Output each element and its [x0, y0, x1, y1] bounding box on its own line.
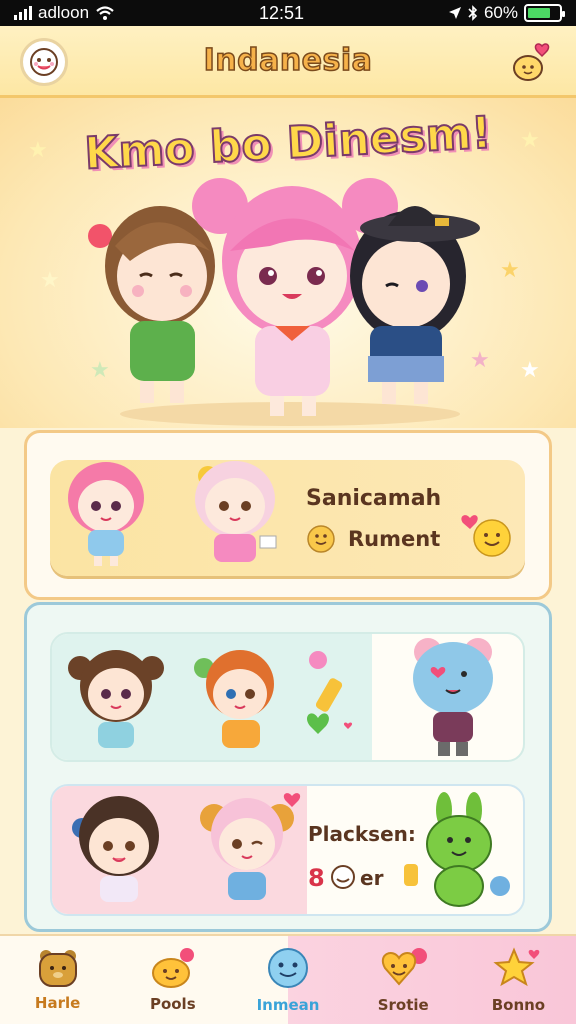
brown-pigtail-girl-illustration — [68, 650, 164, 748]
blonde-girl-illustration — [200, 793, 301, 900]
character-info-card[interactable]: Placksen: 8 er — [50, 784, 525, 916]
info-card-suffix: er — [360, 866, 384, 890]
mascot-face-icon — [30, 48, 58, 76]
nav-item-pools[interactable]: Pools — [115, 936, 230, 1024]
nav-label: Harle — [34, 994, 81, 1012]
signal-icon — [14, 6, 32, 20]
smiley-icon — [307, 525, 335, 553]
heart-smile-icon — [461, 515, 511, 557]
featured-card-subtitle: Rument — [348, 527, 441, 551]
nav-label: Inmean — [256, 996, 320, 1014]
dark-hair-girl-illustration — [72, 796, 159, 902]
character-row-card[interactable] — [50, 632, 525, 762]
bottom-nav: Harle Pools Inmean Srotie Bonno — [0, 934, 576, 1024]
featured-card-title: Sanicamah — [306, 486, 442, 511]
green-bunny-illustration — [404, 792, 510, 907]
blue-smile-icon — [268, 948, 308, 988]
heart-smile-icon — [382, 948, 428, 986]
bear-icon — [38, 950, 77, 987]
white-hair-girl-illustration — [195, 461, 277, 562]
nav-label: Srotie — [377, 996, 429, 1014]
favorites-button[interactable] — [506, 38, 554, 86]
heart-mascot-icon — [513, 43, 550, 81]
wifi-icon — [96, 6, 114, 20]
bluetooth-icon — [468, 5, 478, 21]
trio-characters-illustration — [88, 178, 480, 426]
star-icon — [493, 947, 540, 987]
fork-and-heart-icons — [307, 651, 353, 734]
location-icon — [448, 7, 461, 19]
page-title: Indanesia — [203, 42, 373, 79]
blue-bear-illustration — [413, 638, 493, 756]
nav-item-srotie[interactable]: Srotie — [346, 936, 461, 1024]
pink-girl-illustration — [68, 462, 144, 566]
battery-icon — [523, 4, 565, 22]
hero-title: Kmo bo Dinesm! — [82, 106, 494, 180]
nav-item-harle[interactable]: Harle — [0, 936, 115, 1024]
app-header: Indanesia — [0, 26, 576, 98]
featured-card[interactable]: Sanicamah Rument — [50, 460, 525, 576]
nav-item-bonno[interactable]: Bonno — [461, 936, 576, 1024]
nav-item-inmean[interactable]: Inmean — [230, 936, 345, 1024]
clock: 12:51 — [258, 2, 305, 23]
status-bar: adloon 12:51 60% — [0, 0, 576, 26]
carrier-label: adloon — [38, 3, 90, 22]
nav-label: Pools — [149, 995, 196, 1013]
face-badge-icon — [331, 865, 355, 889]
battery-percent: 60% — [483, 3, 518, 22]
profile-button[interactable] — [20, 38, 68, 86]
info-card-number: 8 — [308, 864, 325, 892]
orange-hair-boy-illustration — [194, 650, 274, 748]
nav-label: Bonno — [491, 996, 546, 1014]
hero-banner: ★ ★ ★ ★ ★ ★ ★ Kmo bo Dinesm! — [0, 98, 576, 428]
blob-balloon-icon — [151, 948, 194, 988]
